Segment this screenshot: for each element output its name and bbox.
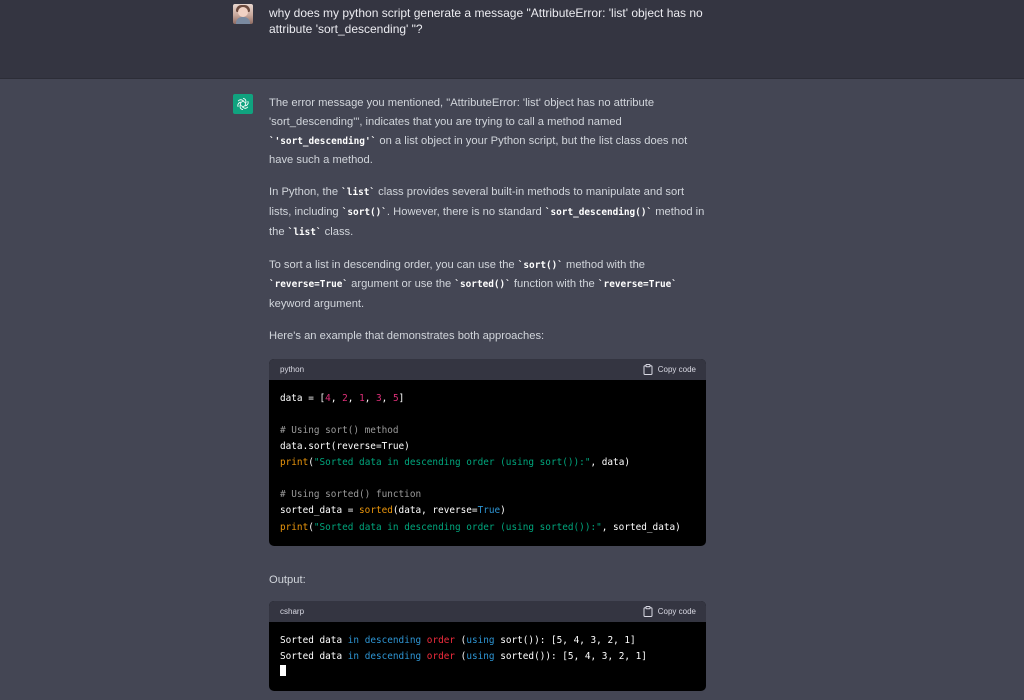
copy-code-label: Copy code — [657, 364, 696, 374]
code-language-label: python — [280, 364, 305, 374]
inline-code: `sort_descending()` — [544, 206, 653, 218]
code-line: Sorted data in descending order (using s… — [280, 634, 636, 646]
code-block-header: python Copy code — [269, 358, 706, 380]
code-line: print("Sorted data in descending order (… — [280, 457, 630, 469]
copy-code-label: Copy code — [657, 606, 696, 616]
user-avatar — [233, 4, 253, 24]
code-line: Sorted data in descending order (using s… — [280, 650, 647, 662]
user-message-text: why does my python script generate a mes… — [269, 6, 703, 36]
inline-code: `list` — [287, 226, 322, 238]
python-code-block: python Copy code data = [4, 2, 1, 3, 5] … — [269, 358, 706, 546]
assistant-message-content: The error message you mentioned, "Attrib… — [269, 94, 709, 691]
inline-code: `reverse=True` — [597, 279, 677, 291]
code-line: sorted_data = sorted(data, reverse=True) — [280, 505, 506, 517]
chatgpt-logo-icon — [233, 94, 253, 114]
code-line: print("Sorted data in descending order (… — [280, 521, 681, 533]
copy-code-button[interactable]: Copy code — [643, 363, 696, 375]
inline-code: `sort()` — [341, 206, 387, 218]
code-line: # Using sorted() function — [280, 489, 422, 501]
code-block-header: csharp Copy code — [269, 600, 706, 622]
output-code-block: csharp Copy code Sorted data in descendi… — [269, 600, 706, 691]
clipboard-icon — [643, 363, 653, 375]
code-language-label: csharp — [280, 606, 305, 616]
inline-code: `sort()` — [517, 259, 563, 271]
code-line: data.sort(reverse=True) — [280, 441, 410, 453]
copy-code-button[interactable]: Copy code — [643, 605, 696, 617]
clipboard-icon — [643, 605, 653, 617]
answer-paragraph-1: The error message you mentioned, "Attrib… — [269, 97, 688, 167]
code-line: # Using sort() method — [280, 424, 399, 436]
answer-paragraph-2: In Python, the `list` class provides sev… — [269, 186, 705, 238]
user-message-row: why does my python script generate a mes… — [0, 0, 1024, 79]
python-code[interactable]: data = [4, 2, 1, 3, 5] # Using sort() me… — [269, 380, 706, 546]
inline-code: `'sort_descending'` — [269, 135, 377, 147]
code-line: data = [4, 2, 1, 3, 5] — [280, 392, 405, 404]
output-label: Output: — [269, 573, 306, 586]
assistant-message-row: The error message you mentioned, "Attrib… — [0, 78, 1024, 700]
output-code[interactable]: Sorted data in descending order (using s… — [269, 622, 706, 691]
inline-code: `sorted()` — [454, 279, 511, 291]
inline-code: `list` — [341, 187, 376, 199]
inline-code: `reverse=True` — [269, 279, 349, 291]
answer-paragraph-4: Here's an example that demonstrates both… — [269, 329, 545, 342]
answer-paragraph-3: To sort a list in descending order, you … — [269, 258, 677, 311]
streaming-cursor — [280, 664, 286, 676]
